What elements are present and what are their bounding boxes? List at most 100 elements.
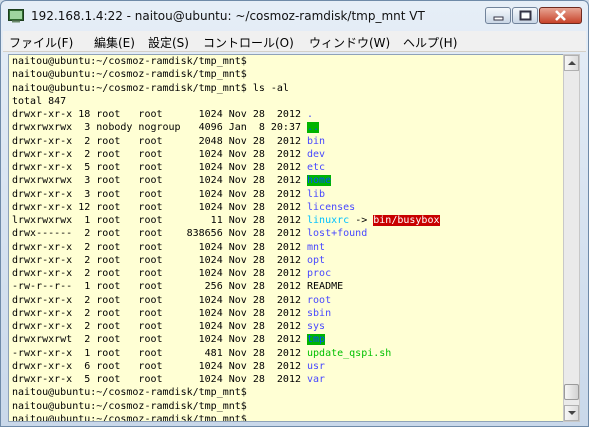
prompt-line: naitou@ubuntu:~/cosmoz-ramdisk/tmp_mnt$ — [12, 413, 247, 422]
scroll-down-button[interactable] — [564, 405, 579, 421]
file-name: etc — [307, 162, 326, 173]
listing-row: drwxrwxrwx 3 nobody nogroup 4096 Jan 8 2… — [12, 121, 320, 134]
file-name: update_qspi.sh — [307, 347, 392, 359]
minimize-button[interactable] — [485, 7, 511, 24]
menu-bar: ファイル(F) 編集(E) 設定(S) コントロール(O) ウィンドウ(W) ヘ… — [3, 31, 586, 52]
listing-row: drwxr-xr-x 12 root root 1024 Nov 28 2012… — [12, 201, 355, 214]
file-metadata: drwxr-xr-x 2 root root 1024 Nov 28 2012 — [12, 294, 308, 306]
window-controls — [484, 7, 582, 25]
menu-edit[interactable]: 編集(E) — [94, 34, 135, 51]
shell-prompt: naitou@ubuntu:~/cosmoz-ramdisk/tmp_mnt$ — [12, 387, 247, 399]
shell-prompt: naitou@ubuntu:~/cosmoz-ramdisk/tmp_mnt$ — [12, 413, 247, 422]
file-metadata: drwxrwxrwx 3 root root 1024 Nov 28 2012 — [12, 175, 308, 187]
terminal-screen[interactable]: naitou@ubuntu:~/cosmoz-ramdisk/tmp_mnt$ n… — [8, 54, 564, 422]
file-metadata: -rw-r--r-- 1 root root 256 Nov 28 2012 — [12, 281, 308, 293]
terminal-window: 192.168.1.4:22 - naitou@ubuntu: ~/cosmoz… — [0, 0, 589, 427]
file-name: linuxrc — [307, 215, 350, 226]
listing-row: drwxrwxrwx 3 root root 1024 Nov 28 2012 … — [12, 174, 332, 187]
listing-row: drwxr-xr-x 2 root root 1024 Nov 28 2012 … — [12, 241, 325, 254]
listing-row: drwxr-xr-x 2 root root 1024 Nov 28 2012 … — [12, 294, 331, 307]
terminal-app-icon[interactable] — [8, 9, 24, 23]
prompt-line: naitou@ubuntu:~/cosmoz-ramdisk/tmp_mnt$ — [12, 68, 247, 81]
maximize-icon — [519, 10, 532, 21]
listing-row: drwxr-xr-x 2 root root 2048 Nov 28 2012 … — [12, 135, 325, 148]
file-name: usr — [307, 360, 326, 372]
file-name: licenses — [307, 201, 356, 213]
prompt-line: naitou@ubuntu:~/cosmoz-ramdisk/tmp_mnt$ — [12, 55, 247, 68]
file-name: . — [307, 109, 314, 120]
menu-file[interactable]: ファイル(F) — [9, 34, 73, 51]
file-name: proc — [307, 268, 332, 279]
file-metadata: drwx------ 2 root root 838656 Nov 28 201… — [12, 228, 308, 240]
shell-prompt: naitou@ubuntu:~/cosmoz-ramdisk/tmp_mnt$ — [12, 56, 247, 67]
listing-row: drwxr-xr-x 2 root root 1024 Nov 28 2012 … — [12, 148, 325, 161]
window-title: 192.168.1.4:22 - naitou@ubuntu: ~/cosmoz… — [31, 9, 425, 23]
file-metadata: drwxr-xr-x 2 root root 1024 Nov 28 2012 — [12, 321, 308, 332]
file-metadata: drwxr-xr-x 2 root root 2048 Nov 28 2012 — [12, 135, 308, 147]
shell-prompt: naitou@ubuntu:~/cosmoz-ramdisk/tmp_mnt$ — [12, 400, 247, 412]
menu-control[interactable]: コントロール(O) — [203, 34, 294, 51]
listing-row: drwxr-xr-x 3 root root 1024 Nov 28 2012 … — [12, 188, 325, 201]
listing-row: lrwxrwxrwx 1 root root 11 Nov 28 2012 li… — [12, 214, 440, 227]
total-line: total 847 — [12, 95, 66, 108]
file-metadata: drwxr-xr-x 2 root root 1024 Nov 28 2012 — [12, 148, 308, 160]
prompt-line: naitou@ubuntu:~/cosmoz-ramdisk/tmp_mnt$ — [12, 386, 247, 399]
shell-prompt: naitou@ubuntu:~/cosmoz-ramdisk/tmp_mnt$ — [12, 69, 247, 81]
file-metadata: drwxr-xr-x 5 root root 1024 Nov 28 2012 — [12, 162, 308, 173]
file-metadata: drwxr-xr-x 2 root root 1024 Nov 28 2012 — [12, 268, 308, 279]
listing-row: drwxr-xr-x 2 root root 1024 Nov 28 2012 … — [12, 307, 331, 320]
close-icon — [555, 10, 566, 21]
file-metadata: lrwxrwxrwx 1 root root 11 Nov 28 2012 — [12, 215, 308, 226]
file-name: sys — [307, 321, 326, 332]
file-metadata: drwxr-xr-x 6 root root 1024 Nov 28 2012 — [12, 360, 308, 372]
file-metadata: drwxr-xr-x 18 root root 1024 Nov 28 2012 — [12, 109, 308, 120]
file-metadata: drwxrwxrwx 3 nobody nogroup 4096 Jan 8 2… — [12, 122, 308, 134]
file-name: root — [307, 294, 332, 306]
listing-row: drwx------ 2 root root 838656 Nov 28 201… — [12, 227, 367, 240]
close-button[interactable] — [539, 7, 582, 24]
file-metadata: drwxr-xr-x 12 root root 1024 Nov 28 2012 — [12, 201, 308, 213]
listing-row: drwxr-xr-x 5 root root 1024 Nov 28 2012 … — [12, 373, 325, 386]
listing-row: drwxr-xr-x 2 root root 1024 Nov 28 2012 … — [12, 254, 325, 267]
file-name: var — [307, 374, 326, 385]
file-metadata: drwxr-xr-x 3 root root 1024 Nov 28 2012 — [12, 188, 308, 200]
file-name: .. — [307, 122, 320, 134]
listing-row: drwxr-xr-x 5 root root 1024 Nov 28 2012 … — [12, 161, 325, 174]
listing-row: -rwxr-xr-x 1 root root 481 Nov 28 2012 u… — [12, 347, 391, 360]
vertical-scrollbar[interactable] — [563, 54, 580, 422]
title-bar[interactable]: 192.168.1.4:22 - naitou@ubuntu: ~/cosmoz… — [1, 1, 588, 31]
scroll-thumb[interactable] — [564, 384, 579, 400]
file-name: lib — [307, 188, 326, 200]
file-name: sbin — [307, 307, 332, 319]
file-metadata: drwxrwxrwt 2 root root 1024 Nov 28 2012 — [12, 334, 308, 346]
scroll-up-arrow-icon — [568, 61, 576, 65]
file-name: home — [307, 175, 332, 187]
scroll-up-button[interactable] — [564, 55, 579, 71]
file-metadata: drwxr-xr-x 2 root root 1024 Nov 28 2012 — [12, 307, 308, 319]
file-name: lost+found — [307, 228, 368, 240]
file-name: dev — [307, 148, 326, 160]
minimize-icon — [493, 16, 504, 21]
symlink-target: bin/busybox — [373, 215, 440, 226]
symlink-arrow: -> — [349, 215, 374, 226]
menu-help[interactable]: ヘルプ(H) — [403, 34, 457, 51]
maximize-button[interactable] — [512, 7, 538, 24]
listing-row: drwxr-xr-x 6 root root 1024 Nov 28 2012 … — [12, 360, 325, 373]
prompt-line: naitou@ubuntu:~/cosmoz-ramdisk/tmp_mnt$ — [12, 400, 247, 413]
file-metadata: drwxr-xr-x 2 root root 1024 Nov 28 2012 — [12, 254, 308, 266]
shell-prompt: naitou@ubuntu:~/cosmoz-ramdisk/tmp_mnt$ — [12, 82, 247, 94]
listing-row: drwxr-xr-x 2 root root 1024 Nov 28 2012 … — [12, 320, 325, 333]
file-name: opt — [307, 254, 326, 266]
prompt-line: naitou@ubuntu:~/cosmoz-ramdisk/tmp_mnt$ … — [12, 82, 289, 95]
file-metadata: drwxr-xr-x 5 root root 1024 Nov 28 2012 — [12, 374, 308, 385]
listing-row: drwxrwxrwt 2 root root 1024 Nov 28 2012 … — [12, 333, 326, 346]
file-name: README — [307, 281, 344, 293]
file-name: bin — [307, 135, 326, 147]
total-text: total 847 — [12, 95, 67, 107]
scroll-down-arrow-icon — [568, 411, 576, 415]
file-metadata: -rwxr-xr-x 1 root root 481 Nov 28 2012 — [12, 347, 308, 359]
file-metadata: drwxr-xr-x 2 root root 1024 Nov 28 2012 — [12, 241, 308, 253]
menu-settings[interactable]: 設定(S) — [148, 34, 189, 51]
menu-window[interactable]: ウィンドウ(W) — [309, 34, 390, 51]
listing-row: -rw-r--r-- 1 root root 256 Nov 28 2012 R… — [12, 280, 343, 293]
